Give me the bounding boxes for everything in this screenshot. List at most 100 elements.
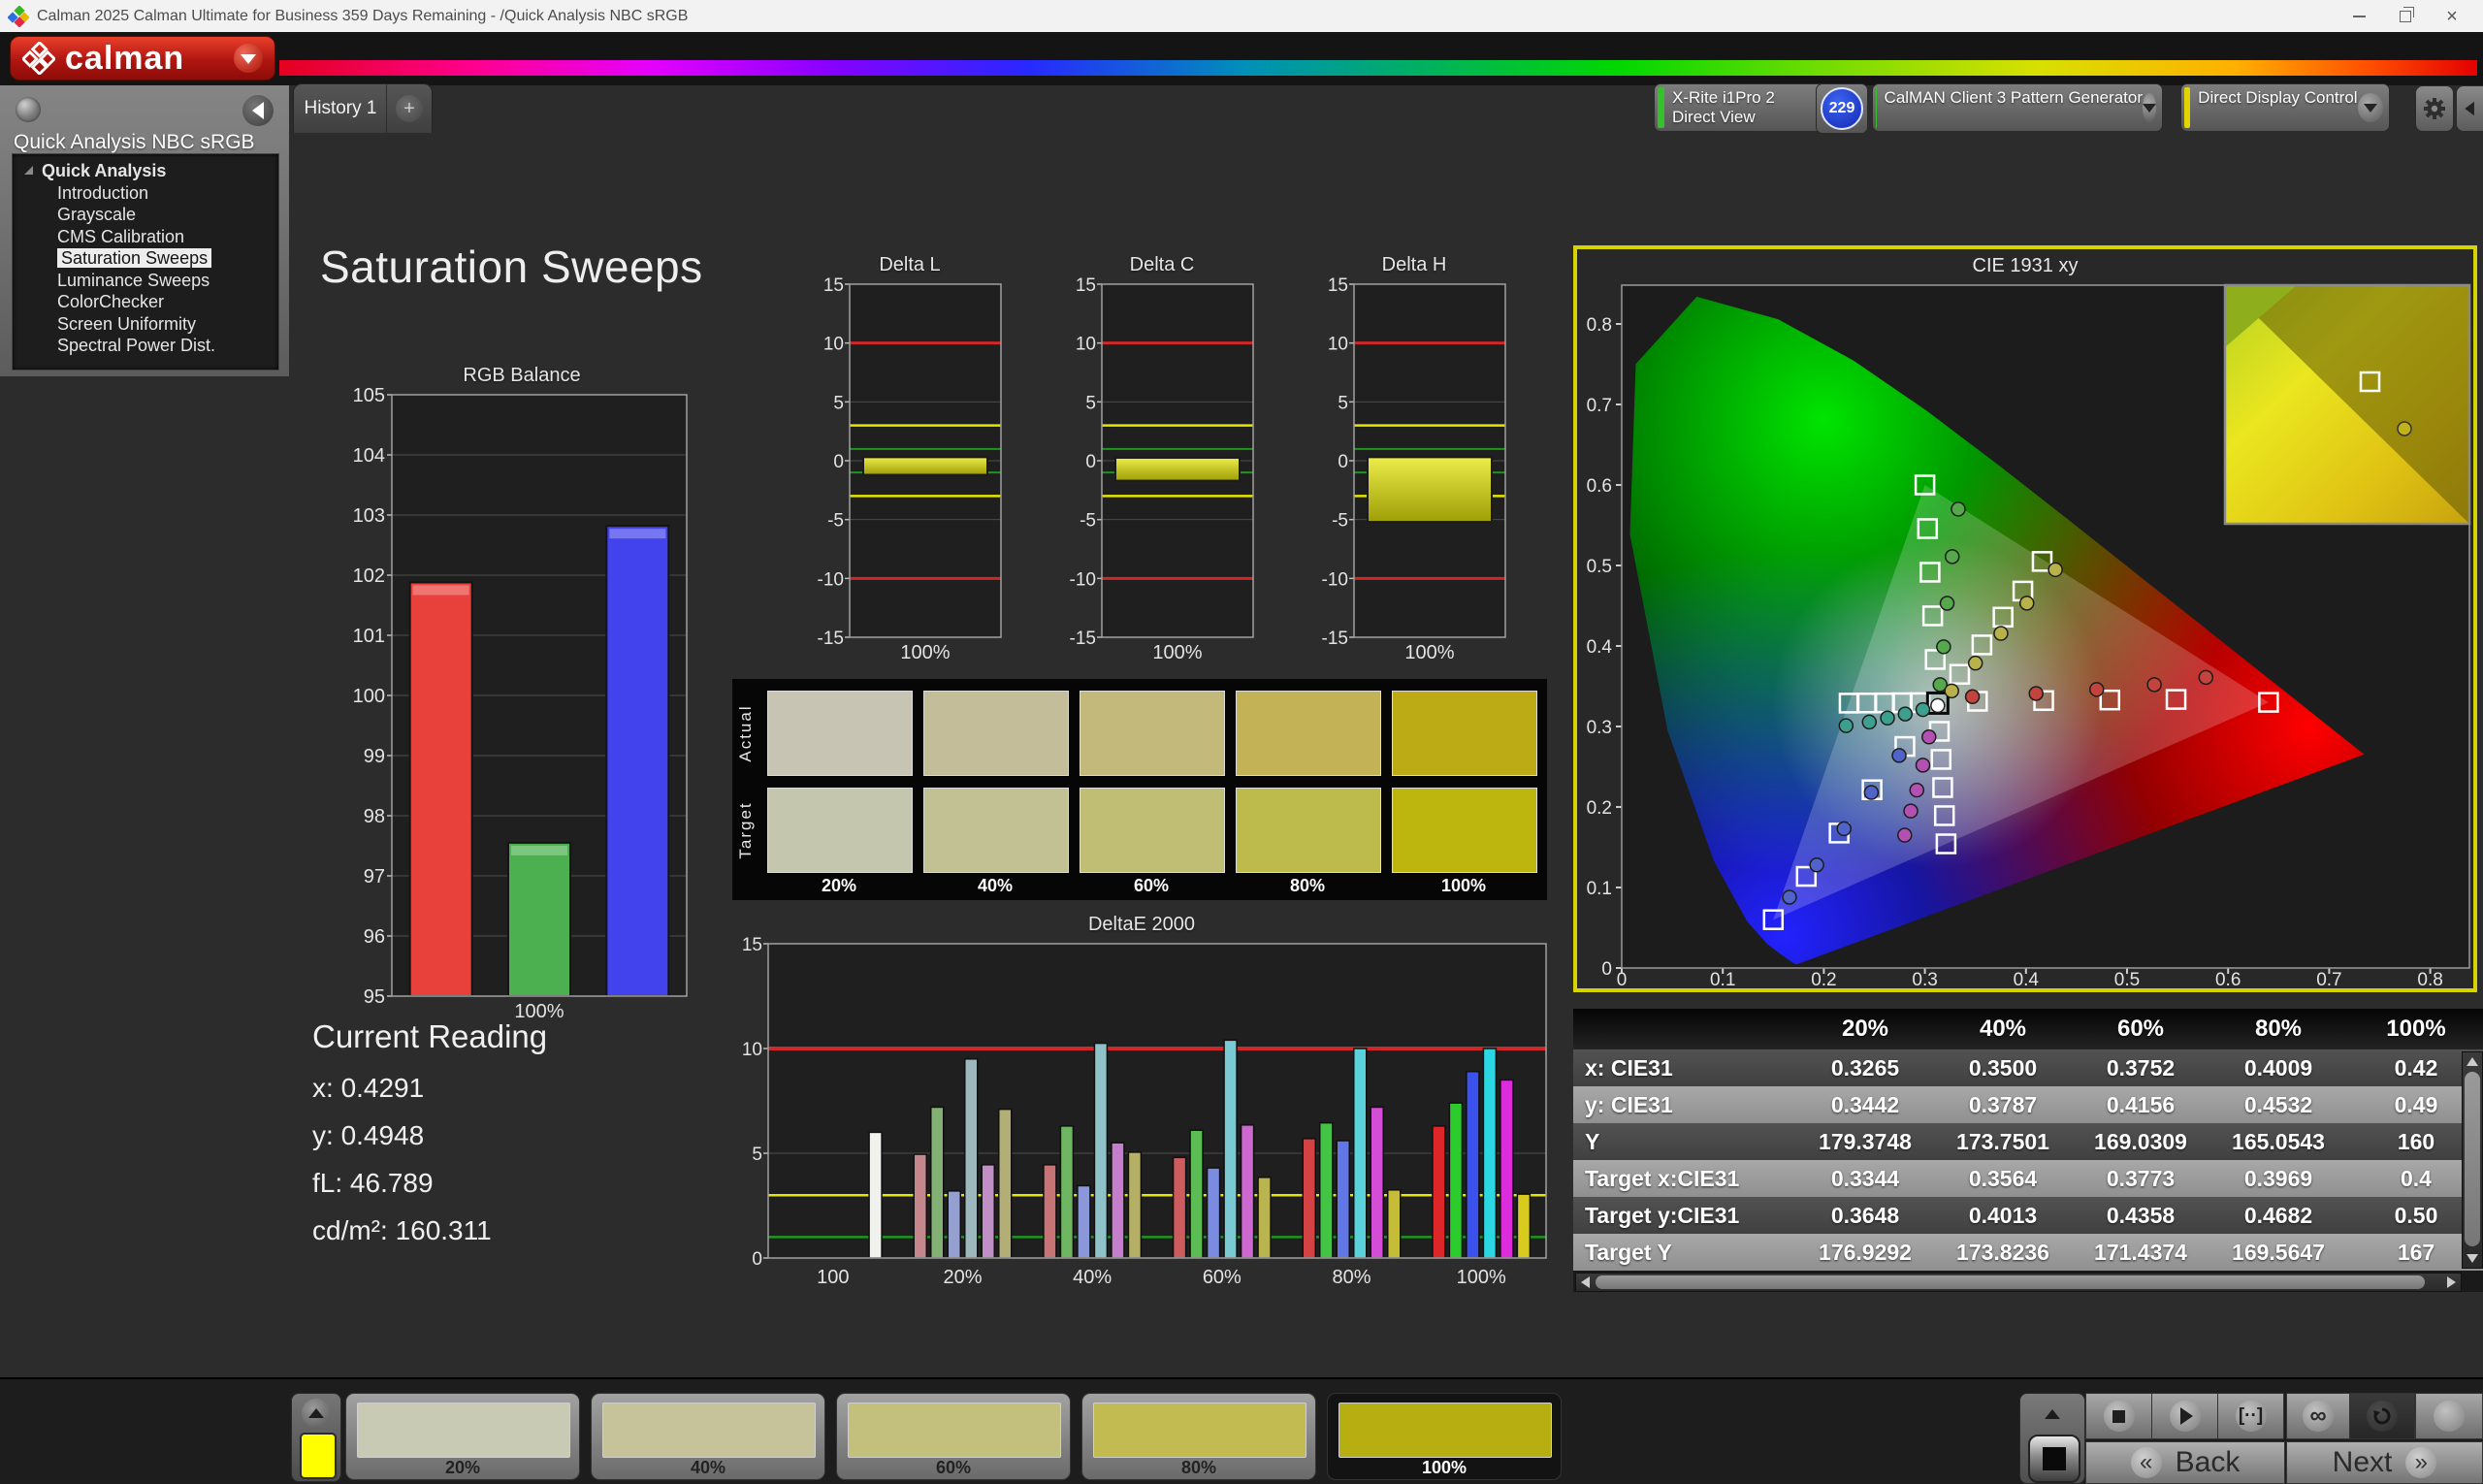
pattern-swatch [1093,1403,1306,1458]
stop-session-button[interactable] [2028,1435,2080,1483]
display-control-label: Direct Display Control [2198,88,2358,107]
session-control-panel [2019,1393,2085,1484]
table-cell: 171.4374 [2094,1240,2187,1265]
sidebar-item-screen-uniformity[interactable]: Screen Uniformity [13,313,278,336]
svg-text:0.8: 0.8 [1587,315,1612,336]
pattern-card-20[interactable]: 20% [345,1393,580,1480]
swatch-80 [1236,788,1381,873]
delta-c-chart: Delta C -15 -10 -5 0 5 10 15 100% [1065,254,1259,665]
svg-text:97: 97 [364,866,385,887]
table-col-60: 60% [2116,1016,2165,1042]
table-col-20: 20% [1841,1016,1889,1042]
pattern-card-60[interactable]: 60% [836,1393,1071,1480]
svg-text:15: 15 [1076,276,1096,296]
svg-text:0: 0 [1601,959,1612,980]
sidebar-collapse-button[interactable] [242,95,274,126]
next-label: Next [2332,1446,2393,1478]
next-icon: » [2405,1447,2437,1478]
svg-text:0: 0 [1617,970,1628,987]
restore-button[interactable] [2382,0,2429,32]
table-cell: 0.4682 [2243,1203,2313,1228]
next-button[interactable]: Next » [2286,1441,2483,1484]
svg-text:101: 101 [353,626,385,647]
page-title: Saturation Sweeps [320,242,703,292]
calman-menu-chevron[interactable] [234,44,263,73]
pattern-preview-swatch[interactable] [300,1433,337,1479]
step-button[interactable]: [··] [2217,1393,2284,1439]
swatch-col-label: 40% [977,876,1014,895]
pattern-card-100[interactable]: 100% [1327,1393,1562,1480]
svg-text:0.2: 0.2 [1811,970,1836,987]
pattern-generator-status-stripe [1876,87,1877,128]
pattern-panel-up-button[interactable] [302,1399,331,1428]
tab-history-1[interactable]: History 1 [293,83,388,133]
stop-measure-button[interactable] [2085,1393,2152,1439]
sidebar-item-colorchecker[interactable]: ColorChecker [13,291,278,313]
pattern-card-80[interactable]: 80% [1081,1393,1316,1480]
swatch-20 [767,788,913,873]
pattern-label: 20% [444,1458,481,1477]
header-band: calman [0,32,2483,85]
sidebar-item-introduction[interactable]: Introduction [13,182,278,205]
blank-button[interactable] [2415,1393,2483,1439]
sidebar-item-spectral-power-dist[interactable]: Spectral Power Dist. [13,335,278,357]
swatch-col-label: 80% [1289,876,1326,895]
table-cell: 176.9292 [1819,1240,1912,1265]
back-button[interactable]: « Back [2085,1441,2285,1484]
table-cell: 0.3787 [1968,1092,2038,1117]
table-cell: 0.3344 [1830,1166,1900,1191]
table-cell: 0.3442 [1830,1092,1900,1117]
sidebar-item-cms-calibration[interactable]: CMS Calibration [13,226,278,248]
sidebar-options-button[interactable] [16,97,41,122]
close-button[interactable]: × [2429,0,2475,32]
calman-menu-button[interactable]: calman [10,36,275,81]
settings-button[interactable] [2415,85,2454,132]
add-tab-button[interactable]: + [386,83,433,133]
pattern-swatch [602,1403,816,1458]
svg-text:0.3: 0.3 [1912,970,1937,987]
loop-button[interactable]: ∞ [2286,1393,2350,1439]
swatch-row-label-target: Target [736,801,755,859]
stop-icon [2112,1409,2125,1423]
display-control-dropdown[interactable]: Direct Display Control [2180,83,2390,132]
meter-count-badge[interactable]: 229 [1816,83,1868,134]
pattern-generator-dropdown[interactable]: CalMAN Client 3 Pattern Generator [1872,83,2163,132]
table-row-y-cie31: y: CIE31 0.3442 0.3787 0.4156 0.4532 0.49 [1573,1086,2483,1123]
back-icon: « [2130,1447,2162,1478]
reading-fl: fL: 46.789 [312,1168,434,1198]
toolbar-collapse-button[interactable] [2456,85,2483,132]
svg-text:99: 99 [364,746,385,767]
refresh-button[interactable] [2349,1393,2415,1439]
svg-text:100: 100 [817,1267,849,1288]
delta-l-chart: Delta L -15 -10 -5 0 5 10 15 100% [813,254,1007,665]
table-vscrollbar[interactable] [2462,1051,2483,1269]
sidebar-item-luminance-sweeps[interactable]: Luminance Sweeps [13,270,278,292]
swatch-40 [923,691,1069,776]
play-button[interactable] [2151,1393,2218,1439]
session-up-button[interactable] [2034,1398,2071,1431]
meter-count: 229 [1828,100,1855,116]
pattern-card-40[interactable]: 40% [591,1393,825,1480]
infinity-icon: ∞ [2309,1403,2327,1429]
stop-icon [2043,1447,2066,1470]
svg-text:0.6: 0.6 [2215,970,2241,987]
table-cell: 173.7501 [1956,1129,2049,1154]
reading-x: x: 0.4291 [312,1073,425,1103]
sidebar-item-root[interactable]: Quick Analysis [13,160,278,182]
svg-text:0: 0 [833,452,844,472]
svg-text:98: 98 [364,806,385,827]
minimize-button[interactable] [2336,0,2382,32]
svg-text:15: 15 [1328,276,1348,296]
sidebar-item-grayscale[interactable]: Grayscale [13,204,278,226]
meter-status-stripe [1658,87,1664,128]
table-hscrollbar[interactable] [1575,1273,2462,1292]
sidebar-item-saturation-sweeps[interactable]: Saturation Sweeps [13,247,278,270]
meter-name: X-Rite i1Pro 2 [1672,88,1775,107]
swatch-100 [1392,788,1537,873]
chevron-down-icon[interactable] [2143,93,2156,122]
plus-icon: + [396,95,423,122]
deltae-2000-title: DeltaE 2000 [1087,914,1196,935]
svg-text:103: 103 [353,505,385,527]
table-cell: 0.3564 [1968,1166,2038,1191]
chevron-down-icon[interactable] [2357,93,2383,122]
